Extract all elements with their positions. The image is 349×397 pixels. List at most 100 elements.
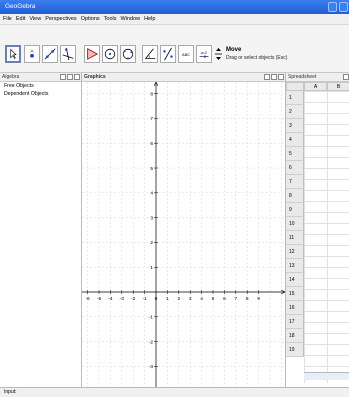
move-view-arrows-icon xyxy=(215,48,222,60)
maximize-button[interactable] xyxy=(339,2,348,12)
graphics-canvas[interactable]: -8-7-6-5-4-3-2-1012345678987654321-1-2-3 xyxy=(63,81,286,387)
spreadsheet-view[interactable]: A B 1 2 3 4 5 6 7 8 9 10 11 12 13 14 15 16 17 18 19 xyxy=(285,82,349,387)
reflect-tool-button[interactable] xyxy=(160,45,176,63)
circle-three-points-tool-button[interactable] xyxy=(120,45,136,63)
circle-three-points-icon xyxy=(122,48,134,60)
row-header[interactable]: 1 xyxy=(286,91,304,105)
x-tick-label: -3 xyxy=(120,296,125,302)
spreadsheet-close-button[interactable] xyxy=(343,74,349,80)
algebra-header: Algebra xyxy=(0,73,82,82)
polygon-tool-button[interactable] xyxy=(84,45,100,63)
y-tick-label: 4 xyxy=(150,191,153,197)
row-header[interactable]: 6 xyxy=(286,161,304,175)
row-header[interactable]: 12 xyxy=(286,245,304,259)
menu-options[interactable]: Options xyxy=(81,16,100,22)
y-tick-label: 6 xyxy=(150,141,153,147)
algebra-style-button[interactable] xyxy=(60,74,66,80)
row-header[interactable]: 11 xyxy=(286,231,304,245)
graphics-style-button[interactable] xyxy=(264,74,270,80)
row-header[interactable]: 2 xyxy=(286,105,304,119)
line-icon xyxy=(44,48,56,60)
spreadsheet-cells[interactable] xyxy=(304,91,349,383)
row-header[interactable]: 18 xyxy=(286,329,304,343)
text-icon: ABC xyxy=(182,52,190,57)
free-objects-node[interactable]: Free Objects xyxy=(0,82,81,90)
column-header-b[interactable]: B xyxy=(327,82,349,91)
menu-file[interactable]: File xyxy=(3,16,12,22)
row-header[interactable]: 15 xyxy=(286,287,304,301)
window-title: GeoGebra xyxy=(5,3,36,10)
row-header[interactable]: 4 xyxy=(286,133,304,147)
menu-tools[interactable]: Tools xyxy=(104,16,117,22)
spreadsheet-header: Spreadsheet xyxy=(285,73,349,82)
row-header[interactable]: 10 xyxy=(286,217,304,231)
menu-help[interactable]: Help xyxy=(144,16,155,22)
row-header[interactable]: 14 xyxy=(286,273,304,287)
graphics-title: Graphics xyxy=(84,74,106,80)
algebra-view[interactable]: Free Objects Dependent Objects xyxy=(0,82,82,387)
move-tool-button[interactable] xyxy=(5,45,21,63)
row-header[interactable]: 16 xyxy=(286,301,304,315)
circle-tool-button[interactable] xyxy=(102,45,118,63)
y-tick-label: -3 xyxy=(149,364,154,370)
menu-bar: File Edit View Perspectives Options Tool… xyxy=(0,14,349,25)
graphics-view[interactable]: -8-7-6-5-4-3-2-1012345678987654321-1-2-3 xyxy=(63,81,286,387)
spreadsheet-horizontal-scrollbar[interactable] xyxy=(304,372,349,380)
input-bar[interactable]: Input: xyxy=(0,387,349,397)
row-header[interactable]: 19 xyxy=(286,343,304,357)
x-tick-label: 7 xyxy=(234,296,237,302)
menu-perspectives[interactable]: Perspectives xyxy=(45,16,77,22)
x-tick-label: 3 xyxy=(189,296,192,302)
graphics-close-button[interactable] xyxy=(278,74,284,80)
circle-center-icon xyxy=(104,48,116,60)
menu-edit[interactable]: Edit xyxy=(16,16,25,22)
row-header[interactable]: 17 xyxy=(286,315,304,329)
menu-window[interactable]: Window xyxy=(121,16,141,22)
text-tool-button[interactable]: ABC xyxy=(178,45,194,63)
line-tool-button[interactable] xyxy=(42,45,58,63)
x-tick-label: 4 xyxy=(200,296,203,302)
y-tick-label: 5 xyxy=(150,166,153,172)
row-header[interactable]: 8 xyxy=(286,189,304,203)
polygon-icon xyxy=(87,48,99,60)
row-header[interactable]: 9 xyxy=(286,203,304,217)
column-header-a[interactable]: A xyxy=(304,82,327,91)
move-graphics-view-tool-button[interactable] xyxy=(214,47,223,61)
title-bar: GeoGebra xyxy=(0,0,349,14)
row-header[interactable]: 5 xyxy=(286,147,304,161)
dependent-objects-node[interactable]: Dependent Objects xyxy=(0,90,81,98)
x-tick-label: 9 xyxy=(257,296,260,302)
minimize-button[interactable] xyxy=(328,2,337,12)
point-tool-button[interactable]: A xyxy=(24,45,40,63)
graphics-maximize-button[interactable] xyxy=(271,74,277,80)
x-tick-label: -6 xyxy=(85,296,90,302)
x-tick-label: 5 xyxy=(212,296,215,302)
reflect-icon xyxy=(163,47,173,61)
y-tick-label: 8 xyxy=(150,91,153,97)
text-tool-label: ABC xyxy=(182,52,190,57)
algebra-maximize-button[interactable] xyxy=(67,74,73,80)
spreadsheet-title: Spreadsheet xyxy=(288,74,317,80)
x-tick-label: -4 xyxy=(108,296,113,302)
x-tick-label: 1 xyxy=(166,296,169,302)
row-header[interactable]: 3 xyxy=(286,119,304,133)
x-tick-label: -1 xyxy=(142,296,147,302)
spreadsheet-corner[interactable] xyxy=(286,82,304,91)
algebra-title: Algebra xyxy=(2,74,20,80)
perpendicular-line-icon xyxy=(62,47,74,61)
svg-text:A: A xyxy=(31,48,34,53)
y-tick-label: 3 xyxy=(150,215,153,221)
slider-tool-label: a=2 xyxy=(201,51,207,55)
row-header[interactable]: 7 xyxy=(286,175,304,189)
y-tick-label: 2 xyxy=(150,240,153,246)
angle-tool-button[interactable] xyxy=(142,45,158,63)
slider-tool-button[interactable]: a=2 xyxy=(196,45,212,63)
menu-view[interactable]: View xyxy=(29,16,41,22)
perpendicular-line-tool-button[interactable] xyxy=(60,45,76,63)
point-icon: A xyxy=(30,48,34,58)
algebra-close-button[interactable] xyxy=(74,74,80,80)
row-header[interactable]: 13 xyxy=(286,259,304,273)
x-tick-label: 2 xyxy=(177,296,180,302)
y-tick-label: -2 xyxy=(149,339,154,345)
y-tick-label: -1 xyxy=(149,315,154,321)
